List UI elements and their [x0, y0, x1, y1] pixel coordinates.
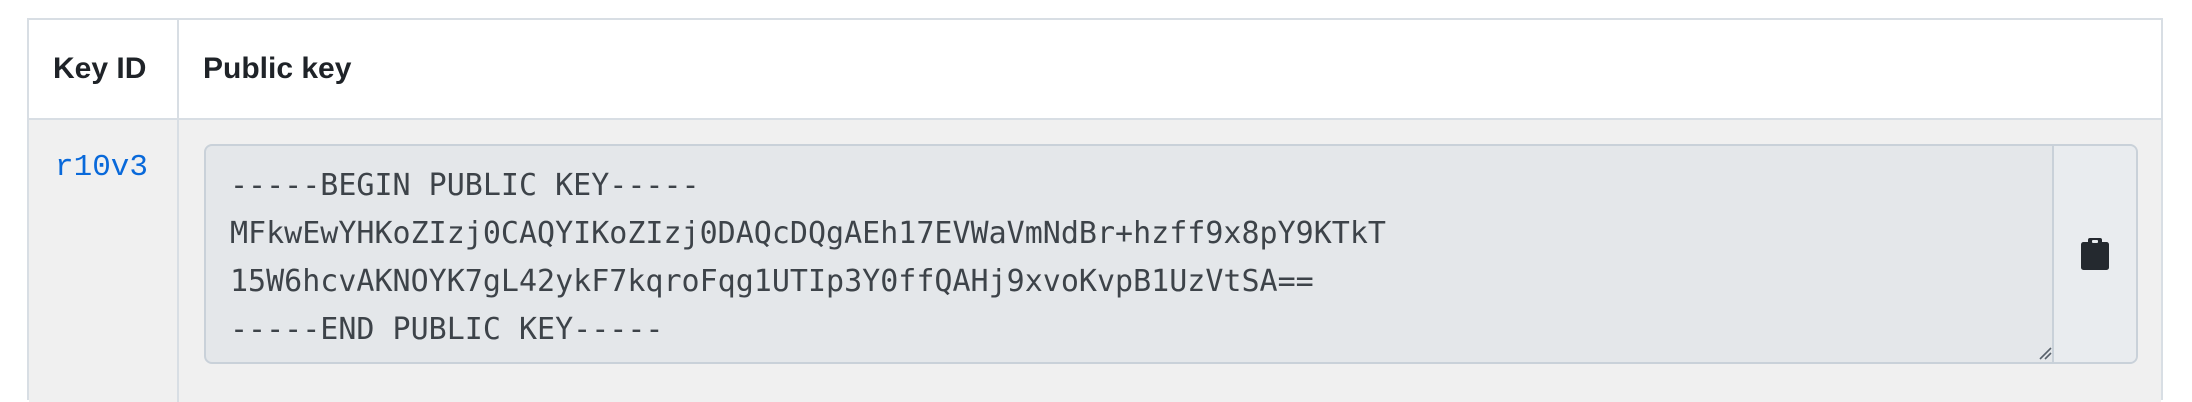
keys-table: Key ID Public key r10v3 -----BEGIN PUBLI… — [27, 18, 2163, 402]
clipboard-icon — [2080, 237, 2110, 271]
resize-grip-icon[interactable] — [2038, 346, 2052, 360]
column-header-public-key: Public key — [203, 52, 352, 85]
key-id-link[interactable]: r10v3 — [55, 150, 148, 185]
public-key-textarea[interactable]: -----BEGIN PUBLIC KEY----- MFkwEwYHKoZIz… — [206, 146, 2056, 362]
column-divider — [177, 20, 179, 402]
public-key-field: -----BEGIN PUBLIC KEY----- MFkwEwYHKoZIz… — [204, 144, 2138, 364]
table-header-row: Key ID Public key — [29, 20, 2161, 120]
copy-button[interactable] — [2052, 146, 2136, 362]
column-header-key-id: Key ID — [53, 52, 147, 85]
table-row: r10v3 -----BEGIN PUBLIC KEY----- MFkwEwY… — [29, 120, 2161, 402]
